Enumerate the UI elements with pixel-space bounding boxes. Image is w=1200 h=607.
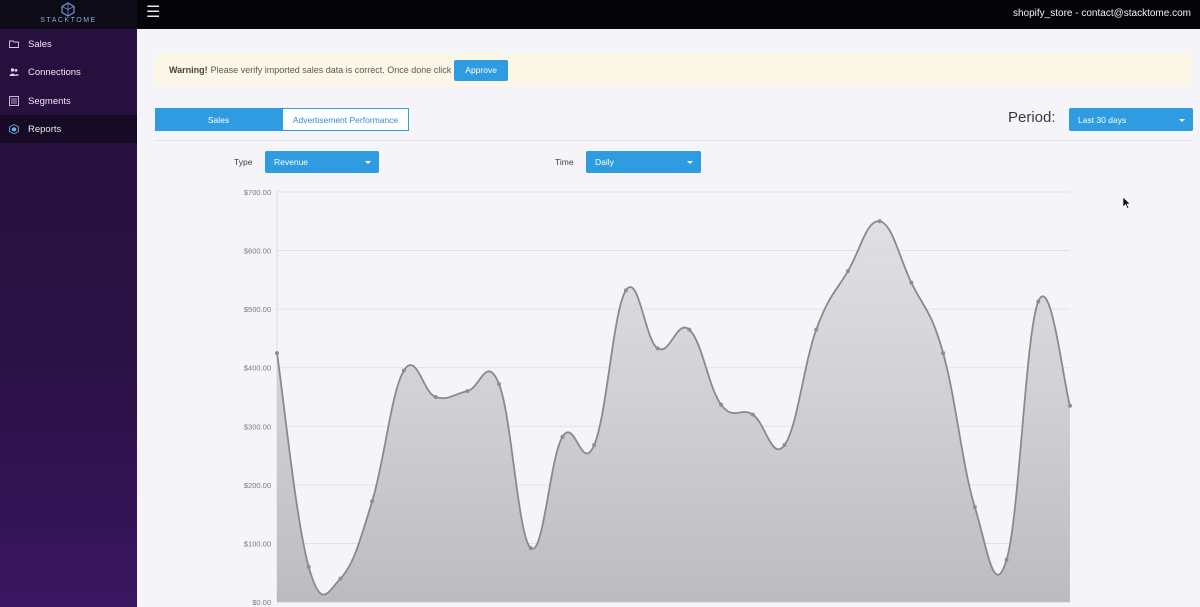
sidebar-item-label: Connections bbox=[28, 66, 81, 78]
data-point bbox=[845, 269, 850, 274]
data-point bbox=[1036, 299, 1041, 304]
data-point bbox=[275, 351, 279, 356]
data-point bbox=[338, 576, 343, 581]
data-point bbox=[370, 499, 375, 504]
brand-name: STACKTOME bbox=[40, 17, 97, 24]
data-point bbox=[592, 443, 597, 448]
data-point bbox=[306, 564, 311, 569]
main-content: Warning! Please verify imported sales da… bbox=[137, 29, 1200, 607]
users-icon bbox=[9, 67, 19, 77]
data-point bbox=[909, 280, 914, 285]
sales-area-chart: $0.00 $100.00 $200.00 $300.00 $400.00 $500.00… bbox=[244, 188, 1072, 607]
menu-toggle-icon[interactable]: ☰ bbox=[146, 4, 160, 22]
data-point bbox=[814, 327, 819, 332]
sidebar-item-sales[interactable]: Sales bbox=[0, 30, 137, 58]
data-point bbox=[401, 368, 406, 373]
y-tick-label: $700.00 bbox=[244, 188, 271, 197]
y-tick-label: $600.00 bbox=[244, 247, 271, 256]
user-account[interactable]: shopify_store - contact@stacktome.com bbox=[1013, 8, 1191, 19]
data-point bbox=[750, 412, 755, 417]
data-point bbox=[528, 546, 533, 551]
y-tick-label: $200.00 bbox=[244, 481, 271, 490]
data-point bbox=[560, 434, 565, 439]
y-tick-label: $400.00 bbox=[244, 364, 271, 373]
data-point bbox=[1004, 557, 1009, 562]
folder-icon bbox=[9, 39, 19, 49]
data-point bbox=[1068, 403, 1072, 408]
top-bar: STACKTOME ☰ shopify_store - contact@stac… bbox=[0, 0, 1200, 29]
y-tick-label: $300.00 bbox=[244, 422, 271, 431]
sidebar-item-label: Sales bbox=[28, 38, 52, 50]
data-point bbox=[497, 382, 502, 387]
data-point bbox=[877, 219, 882, 224]
stacktome-logo-icon bbox=[61, 2, 75, 17]
y-tick-label: $100.00 bbox=[244, 539, 271, 548]
sidebar-item-segments[interactable]: Segments bbox=[0, 87, 137, 115]
data-point bbox=[782, 443, 787, 448]
data-point bbox=[972, 505, 977, 510]
series-area bbox=[277, 221, 1070, 602]
data-point bbox=[655, 346, 660, 351]
sidebar-item-label: Segments bbox=[28, 95, 71, 107]
data-point bbox=[623, 288, 628, 293]
data-point bbox=[941, 351, 946, 356]
y-tick-label: $0.00 bbox=[252, 598, 271, 607]
sidebar-item-connections[interactable]: Connections bbox=[0, 58, 137, 86]
brand[interactable]: STACKTOME bbox=[0, 0, 137, 29]
reports-icon bbox=[9, 124, 19, 134]
data-point bbox=[719, 402, 724, 407]
sidebar-item-reports[interactable]: Reports bbox=[0, 115, 137, 143]
sidebar: Sales Connections Segments Reports bbox=[0, 29, 137, 607]
data-point bbox=[687, 327, 692, 332]
data-point bbox=[433, 395, 438, 399]
mouse-cursor-icon bbox=[1122, 196, 1132, 209]
list-icon bbox=[9, 96, 19, 106]
sidebar-item-label: Reports bbox=[28, 123, 62, 135]
y-tick-label: $500.00 bbox=[244, 305, 271, 314]
data-point bbox=[465, 389, 470, 394]
